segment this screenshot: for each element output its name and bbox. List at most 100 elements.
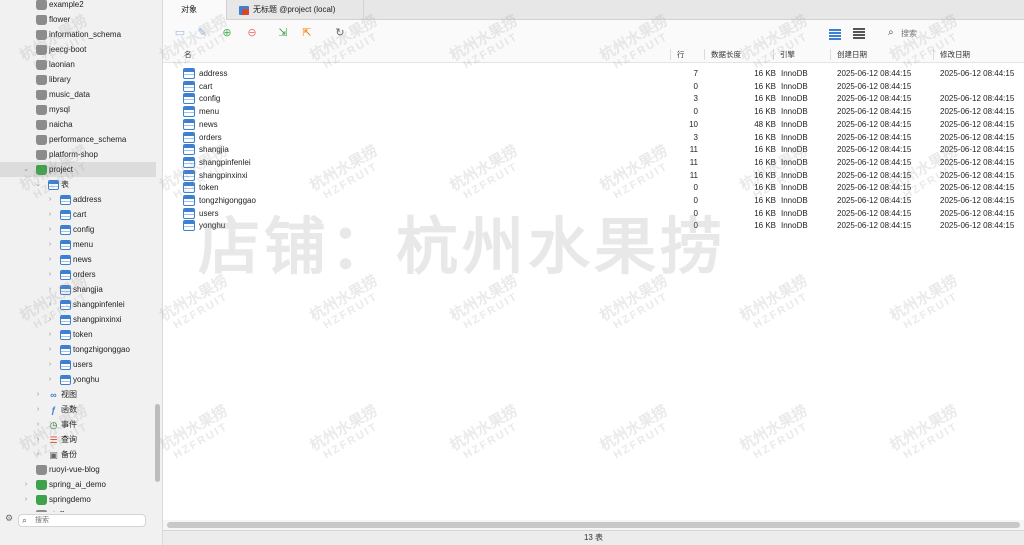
- sidebar-item-news[interactable]: › news: [0, 252, 156, 267]
- sidebar-item-mysql[interactable]: mysql: [0, 102, 156, 117]
- delete-table-icon[interactable]: ⊖: [245, 26, 259, 40]
- sidebar-item-查询[interactable]: › ☰ 查询: [0, 432, 156, 447]
- detail-view-icon[interactable]: [853, 27, 865, 39]
- table-row[interactable]: orders 3 16 KB InnoDB 2025-06-12 08:44:15 202…: [163, 131, 1024, 144]
- sidebar-item-platform-shop[interactable]: platform-shop: [0, 147, 156, 162]
- sidebar-item-example2[interactable]: example2: [0, 0, 156, 12]
- column-header-name[interactable]: 名: [184, 46, 192, 63]
- table-row[interactable]: shangpinxinxi 11 16 KB InnoDB 2025-06-12 08:…: [163, 169, 1024, 182]
- sidebar-item-library[interactable]: library: [0, 72, 156, 87]
- sidebar-item-token[interactable]: › token: [0, 327, 156, 342]
- sidebar-scrollbar[interactable]: [155, 404, 160, 482]
- sidebar-item-information_schema[interactable]: information_schema: [0, 27, 156, 42]
- refresh-icon[interactable]: ↻: [333, 26, 347, 40]
- table-icon: [60, 224, 71, 235]
- chevron-right-icon[interactable]: ›: [46, 252, 54, 267]
- new-table-icon[interactable]: ⊕: [220, 26, 234, 40]
- chevron-right-icon[interactable]: ›: [46, 237, 54, 252]
- tab-objects[interactable]: 对象: [163, 0, 227, 20]
- sidebar-item-config[interactable]: › config: [0, 222, 156, 237]
- sidebar-item-jeecg-boot[interactable]: jeecg-boot: [0, 42, 156, 57]
- chevron-right-icon[interactable]: ›: [34, 432, 42, 447]
- chevron-right-icon[interactable]: ›: [46, 342, 54, 357]
- chevron-right-icon[interactable]: ›: [22, 492, 30, 507]
- tab-query[interactable]: 无标题 @project (local): [227, 0, 364, 20]
- scrollbar-thumb[interactable]: [167, 522, 1020, 528]
- sidebar-item-cart[interactable]: › cart: [0, 207, 156, 222]
- sidebar-item-users[interactable]: › users: [0, 357, 156, 372]
- sidebar-item-yonghu[interactable]: › yonghu: [0, 372, 156, 387]
- import-icon[interactable]: ⇲: [276, 26, 290, 40]
- sidebar-item-shangpinfenlei[interactable]: › shangpinfenlei: [0, 297, 156, 312]
- chevron-right-icon[interactable]: ›: [46, 357, 54, 372]
- table-row[interactable]: shangpinfenlei 11 16 KB InnoDB 2025-06-12 08…: [163, 156, 1024, 169]
- sidebar-item-shangpinxinxi[interactable]: › shangpinxinxi: [0, 312, 156, 327]
- horizontal-scrollbar[interactable]: [163, 520, 1024, 530]
- column-header-data-length[interactable]: 数据长度: [711, 46, 741, 63]
- chevron-right-icon[interactable]: ›: [46, 297, 54, 312]
- table-row[interactable]: address 7 16 KB InnoDB 2025-06-12 08:44:15 20…: [163, 67, 1024, 80]
- sidebar-item-menu[interactable]: › menu: [0, 237, 156, 252]
- database-open-icon: [36, 479, 47, 490]
- chevron-right-icon[interactable]: ›: [46, 222, 54, 237]
- chevron-right-icon[interactable]: ›: [46, 282, 54, 297]
- sidebar-item-备份[interactable]: › ▣ 备份: [0, 447, 156, 462]
- chevron-right-icon[interactable]: ›: [34, 447, 42, 462]
- table-icon: [60, 299, 71, 310]
- table-row[interactable]: config 3 16 KB InnoDB 2025-06-12 08:44:15 202…: [163, 92, 1024, 105]
- sidebar-search-input[interactable]: [35, 515, 140, 526]
- open-table-icon[interactable]: ▭: [173, 26, 187, 40]
- chevron-right-icon[interactable]: ›: [22, 477, 30, 492]
- chevron-right-icon[interactable]: ›: [34, 417, 42, 432]
- cell-engine: InnoDB: [781, 94, 808, 104]
- chevron-down-icon[interactable]: ⌄: [22, 162, 30, 177]
- export-icon[interactable]: ⇱: [300, 26, 314, 40]
- sidebar-item-orders[interactable]: › orders: [0, 267, 156, 282]
- chevron-right-icon[interactable]: ›: [46, 267, 54, 282]
- sidebar-item-ruoyi-vue-blog[interactable]: ruoyi-vue-blog: [0, 462, 156, 477]
- column-header-rows[interactable]: 行: [677, 46, 685, 63]
- column-header-created[interactable]: 创建日期: [837, 46, 867, 63]
- table-row[interactable]: users 0 16 KB InnoDB 2025-06-12 08:44:15 2025…: [163, 207, 1024, 220]
- sidebar-item-project[interactable]: ⌄ project: [0, 162, 156, 177]
- chevron-right-icon[interactable]: ›: [46, 192, 54, 207]
- table-row[interactable]: tongzhigonggao 0 16 KB InnoDB 2025-06-12 08:…: [163, 194, 1024, 207]
- sidebar-item-performance_schema[interactable]: performance_schema: [0, 132, 156, 147]
- sidebar-item-spring_ai_demo[interactable]: › spring_ai_demo: [0, 477, 156, 492]
- table-row[interactable]: yonghu 0 16 KB InnoDB 2025-06-12 08:44:15 202…: [163, 219, 1024, 232]
- sidebar-item-music_data[interactable]: music_data: [0, 87, 156, 102]
- sidebar-item-laonian[interactable]: laonian: [0, 57, 156, 72]
- table-row[interactable]: news 10 48 KB InnoDB 2025-06-12 08:44:15 2025…: [163, 118, 1024, 131]
- sidebar-item-flower[interactable]: flower: [0, 12, 156, 27]
- chevron-down-icon[interactable]: ⌄: [34, 177, 42, 192]
- table-row[interactable]: cart 0 16 KB InnoDB 2025-06-12 08:44:15: [163, 80, 1024, 93]
- object-search-box[interactable]: ⌕: [883, 26, 1023, 40]
- object-search-input[interactable]: [901, 27, 1016, 39]
- design-table-icon[interactable]: ✎: [195, 26, 209, 40]
- chevron-right-icon[interactable]: ›: [46, 312, 54, 327]
- sidebar-item-事件[interactable]: › ◷ 事件: [0, 417, 156, 432]
- chevron-right-icon[interactable]: ›: [34, 387, 42, 402]
- sidebar-item-视图[interactable]: › ∞ 视图: [0, 387, 156, 402]
- column-header-modified[interactable]: 修改日期: [940, 46, 970, 63]
- chevron-right-icon[interactable]: ›: [34, 402, 42, 417]
- table-row[interactable]: shangjia 11 16 KB InnoDB 2025-06-12 08:44:15…: [163, 143, 1024, 156]
- chevron-right-icon[interactable]: ›: [46, 207, 54, 222]
- cell-engine: InnoDB: [781, 208, 808, 218]
- chevron-right-icon[interactable]: ›: [46, 372, 54, 387]
- column-header-engine[interactable]: 引擎: [780, 46, 795, 63]
- gear-icon[interactable]: ⚙: [5, 513, 13, 524]
- sidebar-item-shangjia[interactable]: › shangjia: [0, 282, 156, 297]
- sidebar-item-naicha[interactable]: naicha: [0, 117, 156, 132]
- list-view-icon[interactable]: [828, 27, 841, 40]
- sidebar-item-函数[interactable]: › ƒ 函数: [0, 402, 156, 417]
- chevron-right-icon[interactable]: ›: [46, 327, 54, 342]
- table-row[interactable]: menu 0 16 KB InnoDB 2025-06-12 08:44:15 2025-…: [163, 105, 1024, 118]
- sidebar-item-address[interactable]: › address: [0, 192, 156, 207]
- connection-tree[interactable]: example2 flower information_schema jeecg-bo…: [0, 0, 156, 512]
- sidebar-item-tongzhigonggao[interactable]: › tongzhigonggao: [0, 342, 156, 357]
- sidebar-item-表[interactable]: ⌄ 表: [0, 177, 156, 192]
- table-row[interactable]: token 0 16 KB InnoDB 2025-06-12 08:44:15 2025…: [163, 181, 1024, 194]
- sidebar-search-box[interactable]: ⌕: [18, 514, 146, 527]
- sidebar-item-springdemo[interactable]: › springdemo: [0, 492, 156, 507]
